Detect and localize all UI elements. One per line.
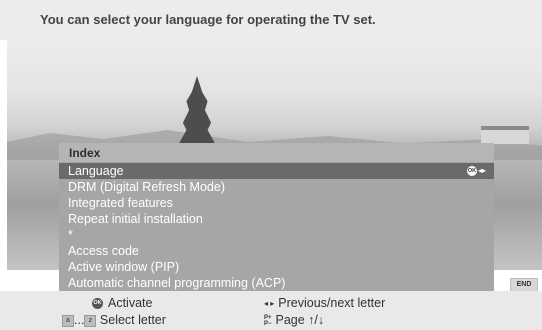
menu-title: Index (69, 146, 101, 160)
menu-item-label: Access code (68, 244, 139, 258)
ok-navigate-hint: OK ◂▸ (466, 166, 486, 176)
left-right-arrows-icon: ◂ ▸ (264, 299, 275, 309)
menu-item-access-code[interactable]: Access code (59, 243, 494, 259)
menu-item-label: Language (68, 164, 124, 178)
end-button[interactable]: END (510, 278, 538, 292)
ok-icon: OK (466, 166, 477, 176)
menu-item-acp[interactable]: Automatic channel programming (ACP) (59, 275, 494, 291)
help-header: You can select your language for operati… (0, 0, 542, 40)
legend-activate-label: Activate (108, 296, 153, 310)
menu-item-separator: * (59, 227, 494, 243)
menu-item-repeat-installation[interactable]: Repeat initial installation (59, 211, 494, 227)
menu-title-bar: Index (59, 143, 494, 162)
menu-item-label: Active window (PIP) (68, 260, 180, 274)
help-text: You can select your language for operati… (40, 12, 376, 27)
menu-item-label: Integrated features (68, 196, 173, 210)
house-silhouette (481, 126, 529, 144)
menu-item-active-window[interactable]: Active window (PIP) (59, 259, 494, 275)
menu-item-label: Repeat initial installation (68, 212, 203, 226)
legend-prev-next-label: Previous/next letter (278, 296, 386, 310)
legend-prev-next: ◂ ▸ Previous/next letter (264, 296, 385, 310)
key-legend: OK Activate a... z Select letter ◂ ▸ Previo… (0, 291, 542, 330)
legend-select-letter: a... z Select letter (62, 313, 166, 327)
ok-icon: OK (92, 298, 103, 310)
menu-item-language[interactable]: Language OK ◂▸ (59, 163, 494, 179)
ellipsis: ... (74, 313, 85, 327)
letter-key-icon: z (84, 314, 97, 327)
menu-item-drm[interactable]: DRM (Digital Refresh Mode) (59, 179, 494, 195)
index-menu-panel: Index Language OK ◂▸ DRM (Digital Refresh… (59, 143, 494, 291)
menu-item-label: * (68, 228, 73, 242)
menu-item-label: Automatic channel programming (ACP) (68, 276, 286, 290)
letter-key-icon: a (62, 314, 74, 327)
page-up-down-icon: P+ P− (264, 314, 272, 327)
legend-select-letter-label: Select letter (99, 313, 166, 327)
menu-item-label: DRM (Digital Refresh Mode) (68, 180, 225, 194)
index-menu-list: Language OK ◂▸ DRM (Digital Refresh Mode)… (59, 163, 494, 291)
menu-item-integrated-features[interactable]: Integrated features (59, 195, 494, 211)
legend-page-label: Page ↑/↓ (275, 313, 325, 327)
legend-page: P+ P− Page ↑/↓ (264, 313, 324, 327)
legend-activate: OK Activate (92, 296, 152, 310)
left-right-arrows-icon: ◂▸ (477, 166, 486, 175)
